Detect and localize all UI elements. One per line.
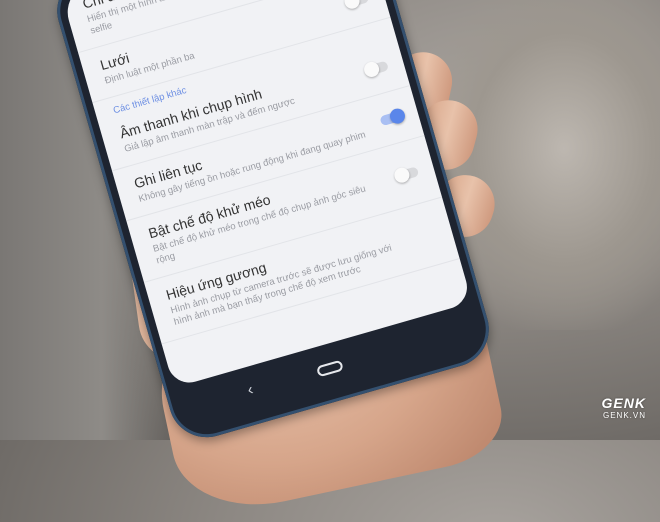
distortion-correction-toggle[interactable] bbox=[392, 165, 420, 184]
shutter-sound-toggle[interactable] bbox=[362, 59, 389, 79]
watermark: GENK GENK.VN bbox=[602, 395, 646, 420]
toggle-knob bbox=[388, 106, 407, 125]
home-pill-icon[interactable] bbox=[315, 359, 344, 377]
toggle-knob bbox=[342, 0, 362, 10]
continuous-record-toggle[interactable] bbox=[379, 106, 407, 126]
toggle-knob bbox=[392, 165, 412, 184]
watermark-logo: GENK bbox=[601, 395, 646, 411]
watermark-site: GENK.VN bbox=[602, 411, 646, 420]
toggle-knob bbox=[362, 59, 381, 79]
grid-toggle[interactable] bbox=[342, 0, 370, 10]
back-icon[interactable]: ‹ bbox=[246, 381, 256, 400]
